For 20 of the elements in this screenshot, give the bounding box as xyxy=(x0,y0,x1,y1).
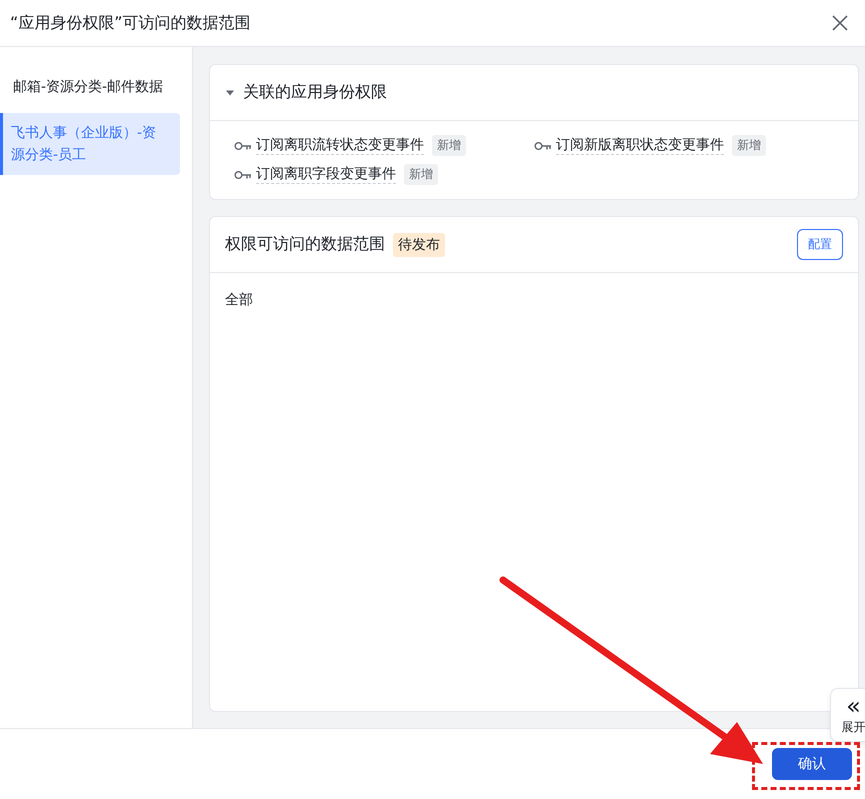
permission-label: 订阅离职流转状态变更事件 xyxy=(256,136,424,155)
caret-icon[interactable] xyxy=(225,88,235,96)
new-tag: 新增 xyxy=(732,135,766,156)
new-tag: 新增 xyxy=(432,135,466,156)
new-tag: 新增 xyxy=(404,164,438,185)
scope-value: 全部 xyxy=(224,291,254,310)
key-icon xyxy=(234,140,252,150)
dialog-title: “应用身份权限”可访问的数据范围 xyxy=(10,12,251,34)
permission-label: 订阅离职字段变更事件 xyxy=(256,165,396,184)
sidebar-item[interactable]: 邮箱-资源分类-邮件数据 xyxy=(0,67,180,107)
expand-tab[interactable]: « 展开 xyxy=(830,688,865,742)
card-title: 权限可访问的数据范围 xyxy=(225,234,385,255)
card-title: 关联的应用身份权限 xyxy=(243,82,387,103)
key-icon xyxy=(234,170,252,180)
sidebar-item[interactable]: 飞书人事（企业版）-资源分类-员工 xyxy=(0,113,180,175)
permission-label: 订阅新版离职状态变更事件 xyxy=(556,136,724,155)
config-button[interactable]: 配置 xyxy=(797,229,843,260)
confirm-button[interactable]: 确认 xyxy=(772,748,852,780)
key-icon xyxy=(534,140,552,150)
status-tag: 待发布 xyxy=(393,232,445,256)
